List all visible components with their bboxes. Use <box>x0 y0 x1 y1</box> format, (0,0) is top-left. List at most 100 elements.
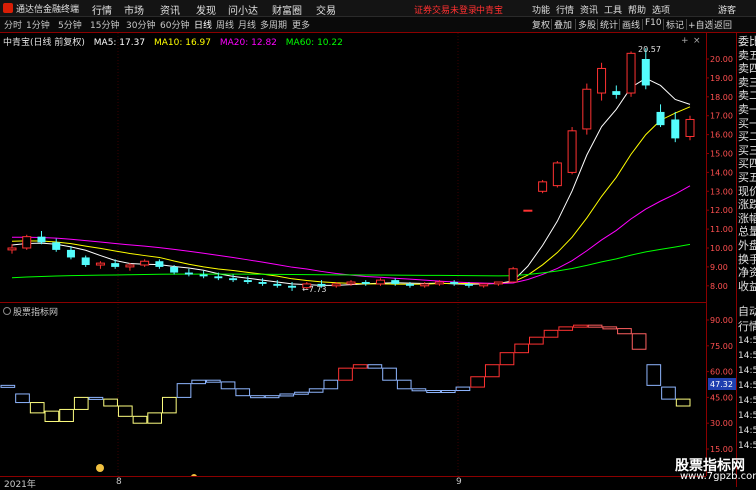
toolbar-divider <box>686 19 687 30</box>
quote-field-label: 涨跌 <box>738 198 756 212</box>
candle-body <box>420 283 430 287</box>
price-tick-label: 17.00 <box>710 112 733 121</box>
menu-hangqing-right[interactable]: 行情 <box>556 3 574 16</box>
settings-icon[interactable] <box>3 307 11 315</box>
low-annotation: ←7.73 <box>302 285 327 294</box>
candle-body <box>7 247 17 251</box>
menu-gongju[interactable]: 工具 <box>604 3 622 16</box>
indicator-chart[interactable] <box>0 304 706 476</box>
candle-body <box>612 91 621 95</box>
date-axis: 2021年 8 9 <box>0 476 706 490</box>
candle-body <box>641 59 650 86</box>
quote-field-label: 买一 <box>738 116 756 130</box>
guest-label[interactable]: 游客 <box>718 3 736 16</box>
toolbar-divider <box>551 19 552 30</box>
menu-gongneng[interactable]: 功能 <box>532 3 550 16</box>
menu-xuanxiang[interactable]: 选项 <box>652 3 670 16</box>
candle-body <box>258 282 267 284</box>
period-fenshi[interactable]: 分时 <box>4 18 22 31</box>
emoji-face-icon <box>96 464 104 472</box>
period-weekly[interactable]: 周线 <box>216 18 234 31</box>
quote-field-label: 买二 <box>738 130 756 144</box>
period-60min[interactable]: 60分钟 <box>160 18 189 31</box>
menu-faxian[interactable]: 发现 <box>196 2 216 17</box>
quote-field-label: 买三 <box>738 143 756 157</box>
quote-field-label: 收益 <box>738 279 756 293</box>
candle-body <box>567 130 577 173</box>
menu-shichang[interactable]: 市场 <box>124 2 144 17</box>
price-tick-label: 19.00 <box>710 74 733 83</box>
candle-body <box>288 285 297 288</box>
quote-field-label: 净资 <box>738 266 756 280</box>
chart-title: 中青宝(日线 前复权) <box>3 38 85 48</box>
price-tick-label: 12.00 <box>710 206 733 215</box>
tool-duogu[interactable]: 多股 <box>578 18 596 31</box>
date-label-year: 2021年 <box>4 480 36 490</box>
price-tick-label: 11.00 <box>710 225 733 234</box>
ma20-value: MA20: 12.82 <box>219 38 277 48</box>
low-annotation-value: 7.73 <box>308 285 327 294</box>
tick-panel-label: 自动 <box>738 305 756 318</box>
candle-body <box>375 279 385 285</box>
tick-time: 14:50 <box>738 351 756 361</box>
period-1min[interactable]: 1分钟 <box>26 18 50 31</box>
candle-body <box>361 282 370 284</box>
period-5min[interactable]: 5分钟 <box>58 18 82 31</box>
candle-body <box>405 283 414 286</box>
toolbar-divider <box>642 19 643 30</box>
quote-field-label: 换手 <box>738 252 756 266</box>
indicator-tick-label: 75.00 <box>710 342 733 351</box>
menu-zixun-right[interactable]: 资讯 <box>580 3 598 16</box>
quote-field-label: 卖五 <box>738 48 756 62</box>
tool-add-favorite[interactable]: +自选 <box>688 18 714 31</box>
menu-hangqing[interactable]: 行情 <box>92 2 112 17</box>
tool-biaoji[interactable]: 标记 <box>666 18 684 31</box>
period-daily[interactable]: 日线 <box>194 18 212 31</box>
tool-tongji[interactable]: 统计 <box>600 18 618 31</box>
menu-wenxiaoda[interactable]: 问小达 <box>228 2 258 17</box>
candle-body <box>155 261 164 267</box>
login-notice[interactable]: 证券交易未登录 <box>414 3 477 16</box>
candle-body <box>199 274 208 277</box>
candle-body <box>479 283 489 287</box>
tool-f10[interactable]: F10 <box>645 18 662 28</box>
tool-diejia[interactable]: 叠加 <box>554 18 572 31</box>
indicator-chart-background <box>0 304 706 476</box>
candle-body <box>671 119 680 139</box>
period-monthly[interactable]: 月线 <box>238 18 256 31</box>
toolbar-divider <box>575 19 576 30</box>
kline-chart[interactable] <box>0 33 706 303</box>
tool-fuquan[interactable]: 复权 <box>532 18 550 31</box>
menu-bangzhu[interactable]: 帮助 <box>628 3 646 16</box>
tool-back[interactable]: 返回 <box>714 18 732 31</box>
indicator-last-value: 47.32 <box>710 380 733 389</box>
period-multi[interactable]: 多周期 <box>260 18 287 31</box>
menu-caifuquan[interactable]: 财富圈 <box>272 2 302 17</box>
tick-time: 14:50 <box>738 381 756 391</box>
indicator-tick-label: 30.00 <box>710 419 733 428</box>
menu-jiaoyi[interactable]: 交易 <box>316 2 336 17</box>
candle-body <box>538 181 548 192</box>
close-chart-icon[interactable]: × <box>693 37 701 46</box>
menu-zixun[interactable]: 资讯 <box>160 2 180 17</box>
period-30min[interactable]: 30分钟 <box>126 18 155 31</box>
tool-huaxian[interactable]: 画线 <box>622 18 640 31</box>
indicator-tick-label: 15.00 <box>710 445 733 454</box>
candle-body <box>184 272 193 275</box>
indicator-tick-label: 90.00 <box>710 316 733 325</box>
indicator-tick-label: 60.00 <box>710 368 733 377</box>
period-more[interactable]: 更多 <box>292 18 310 31</box>
price-tick-label: 16.00 <box>710 131 733 140</box>
quote-field-label: 卖三 <box>738 75 756 89</box>
zoom-in-icon[interactable]: + <box>681 37 689 46</box>
tick-time: 14:50 <box>738 441 756 451</box>
ma5-value: MA5: 17.37 <box>93 38 146 48</box>
candle-body <box>656 111 665 126</box>
candle-body <box>111 263 120 267</box>
period-15min[interactable]: 15分钟 <box>90 18 119 31</box>
tick-time: 14:50 <box>738 396 756 406</box>
price-tick-label: 15.00 <box>710 150 733 159</box>
title-stock-name: 中青宝 <box>476 6 504 16</box>
quote-side-panel: 委比 卖五 卖四 卖三 卖二 卖一 买一 买二 买三 买四 买五 现价 涨跌 涨幅 总量 外盘 换手 净资 收益 自动… <box>736 33 756 487</box>
candle-body <box>66 249 75 258</box>
